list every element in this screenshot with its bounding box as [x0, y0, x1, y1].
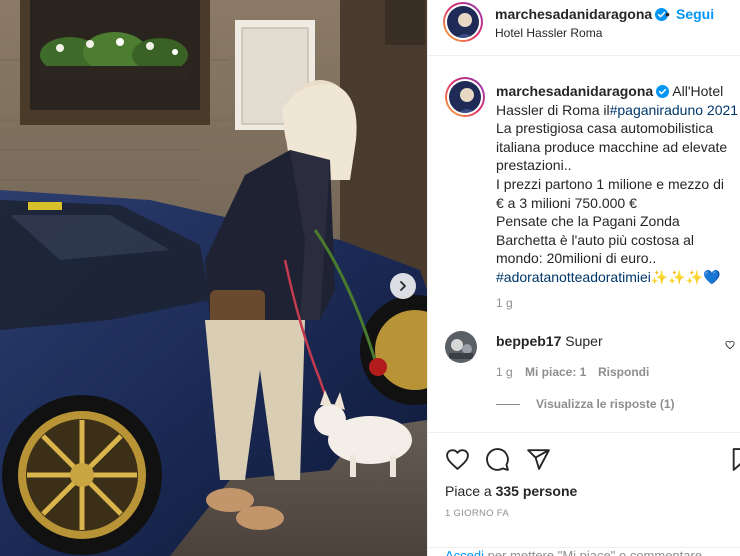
caption-line: I prezzi partono 1 milione e mezzo di	[496, 175, 724, 192]
post-photo	[0, 0, 427, 556]
caption: marchesadanidaragona All'Hotel Hassler d…	[496, 82, 740, 287]
hashtag-link[interactable]: #adoratanotteadoratimiei	[496, 269, 651, 285]
comment-icon[interactable]	[485, 447, 510, 472]
login-hint-text: per mettere "Mi piace" o commentare.	[484, 548, 706, 556]
comment-likes[interactable]: Mi piace: 1	[525, 365, 586, 379]
header-username-text[interactable]: marchesadanidaragona	[495, 6, 652, 22]
comment-time[interactable]: 1 g	[496, 365, 513, 379]
comment: beppeb17 Super	[496, 333, 603, 349]
next-photo-button[interactable]	[390, 273, 416, 299]
comment-username[interactable]: beppeb17	[496, 333, 561, 349]
caption-line: Barchetta è l'auto più costosa al	[496, 231, 695, 248]
view-replies-label[interactable]: Visualizza le risposte (1)	[536, 397, 675, 411]
caption-text: All'Hotel	[672, 83, 724, 99]
caption-line: La prestigiosa casa automobilistica	[496, 120, 714, 137]
avatar[interactable]	[445, 4, 481, 40]
caption-avatar[interactable]	[447, 79, 483, 115]
likes-suffix: persone	[518, 483, 578, 499]
replies-divider	[496, 403, 520, 405]
verified-badge-icon	[656, 85, 670, 98]
post-header: marchesadanidaragona • Segui Hotel Hassl…	[428, 0, 740, 56]
caption-line: marchesadanidaragona All'Hotel	[496, 82, 740, 101]
follow-button[interactable]: Segui	[676, 6, 714, 22]
hashtag-link[interactable]: #paganiraduno 2021	[610, 102, 738, 118]
post-date[interactable]: 1 GIORNO FA	[445, 508, 509, 519]
caption-line: prestazioni..	[496, 157, 572, 174]
heart-icon[interactable]	[445, 447, 470, 472]
caption-line: mondo: 20milioni di euro..	[496, 250, 657, 267]
caption-line: Hassler di Roma il#paganiraduno 2021	[496, 101, 740, 120]
reply-button[interactable]: Rispondi	[598, 365, 649, 379]
post-details-panel: marchesadanidaragona • Segui Hotel Hassl…	[427, 0, 740, 556]
view-replies-button[interactable]: Visualizza le risposte (1)	[496, 397, 675, 411]
likes-count[interactable]: Piace a 335 persone	[445, 483, 577, 499]
likes-prefix: Piace a	[445, 483, 496, 499]
comment-avatar[interactable]	[445, 331, 477, 363]
post-photo-image	[0, 0, 427, 556]
bookmark-icon[interactable]	[731, 447, 740, 472]
login-hint: Accedi per mettere "Mi piace" o commenta…	[428, 547, 740, 556]
caption-time[interactable]: 1 g	[496, 296, 513, 310]
caption-emoji: ✨✨✨💙	[650, 268, 721, 285]
header-separator: •	[665, 6, 670, 22]
likes-number[interactable]: 335	[496, 483, 519, 499]
caption-line: #adoratanotteadoratimiei✨✨✨💙	[496, 268, 740, 287]
chevron-right-icon	[400, 281, 406, 291]
caption-text: Hassler di Roma il	[496, 101, 610, 118]
caption-line: € a 3 milioni 750.000 €	[496, 194, 637, 211]
location-link[interactable]: Hotel Hassler Roma	[495, 26, 602, 40]
login-link[interactable]: Accedi	[445, 548, 484, 556]
comment-avatar-image	[445, 331, 477, 363]
comment-text: Super	[565, 333, 603, 349]
header-username[interactable]: marchesadanidaragona	[495, 6, 669, 22]
share-icon[interactable]	[526, 447, 551, 472]
post-actions: Piace a 335 persone 1 GIORNO FA Accedi p…	[428, 432, 740, 556]
caption-line: italiana produce macchine ad elevate	[496, 138, 728, 155]
caption-username[interactable]: marchesadanidaragona	[496, 83, 653, 99]
caption-line: Pensate che la Pagani Zonda	[496, 213, 680, 230]
comment-heart-icon[interactable]	[725, 340, 735, 350]
